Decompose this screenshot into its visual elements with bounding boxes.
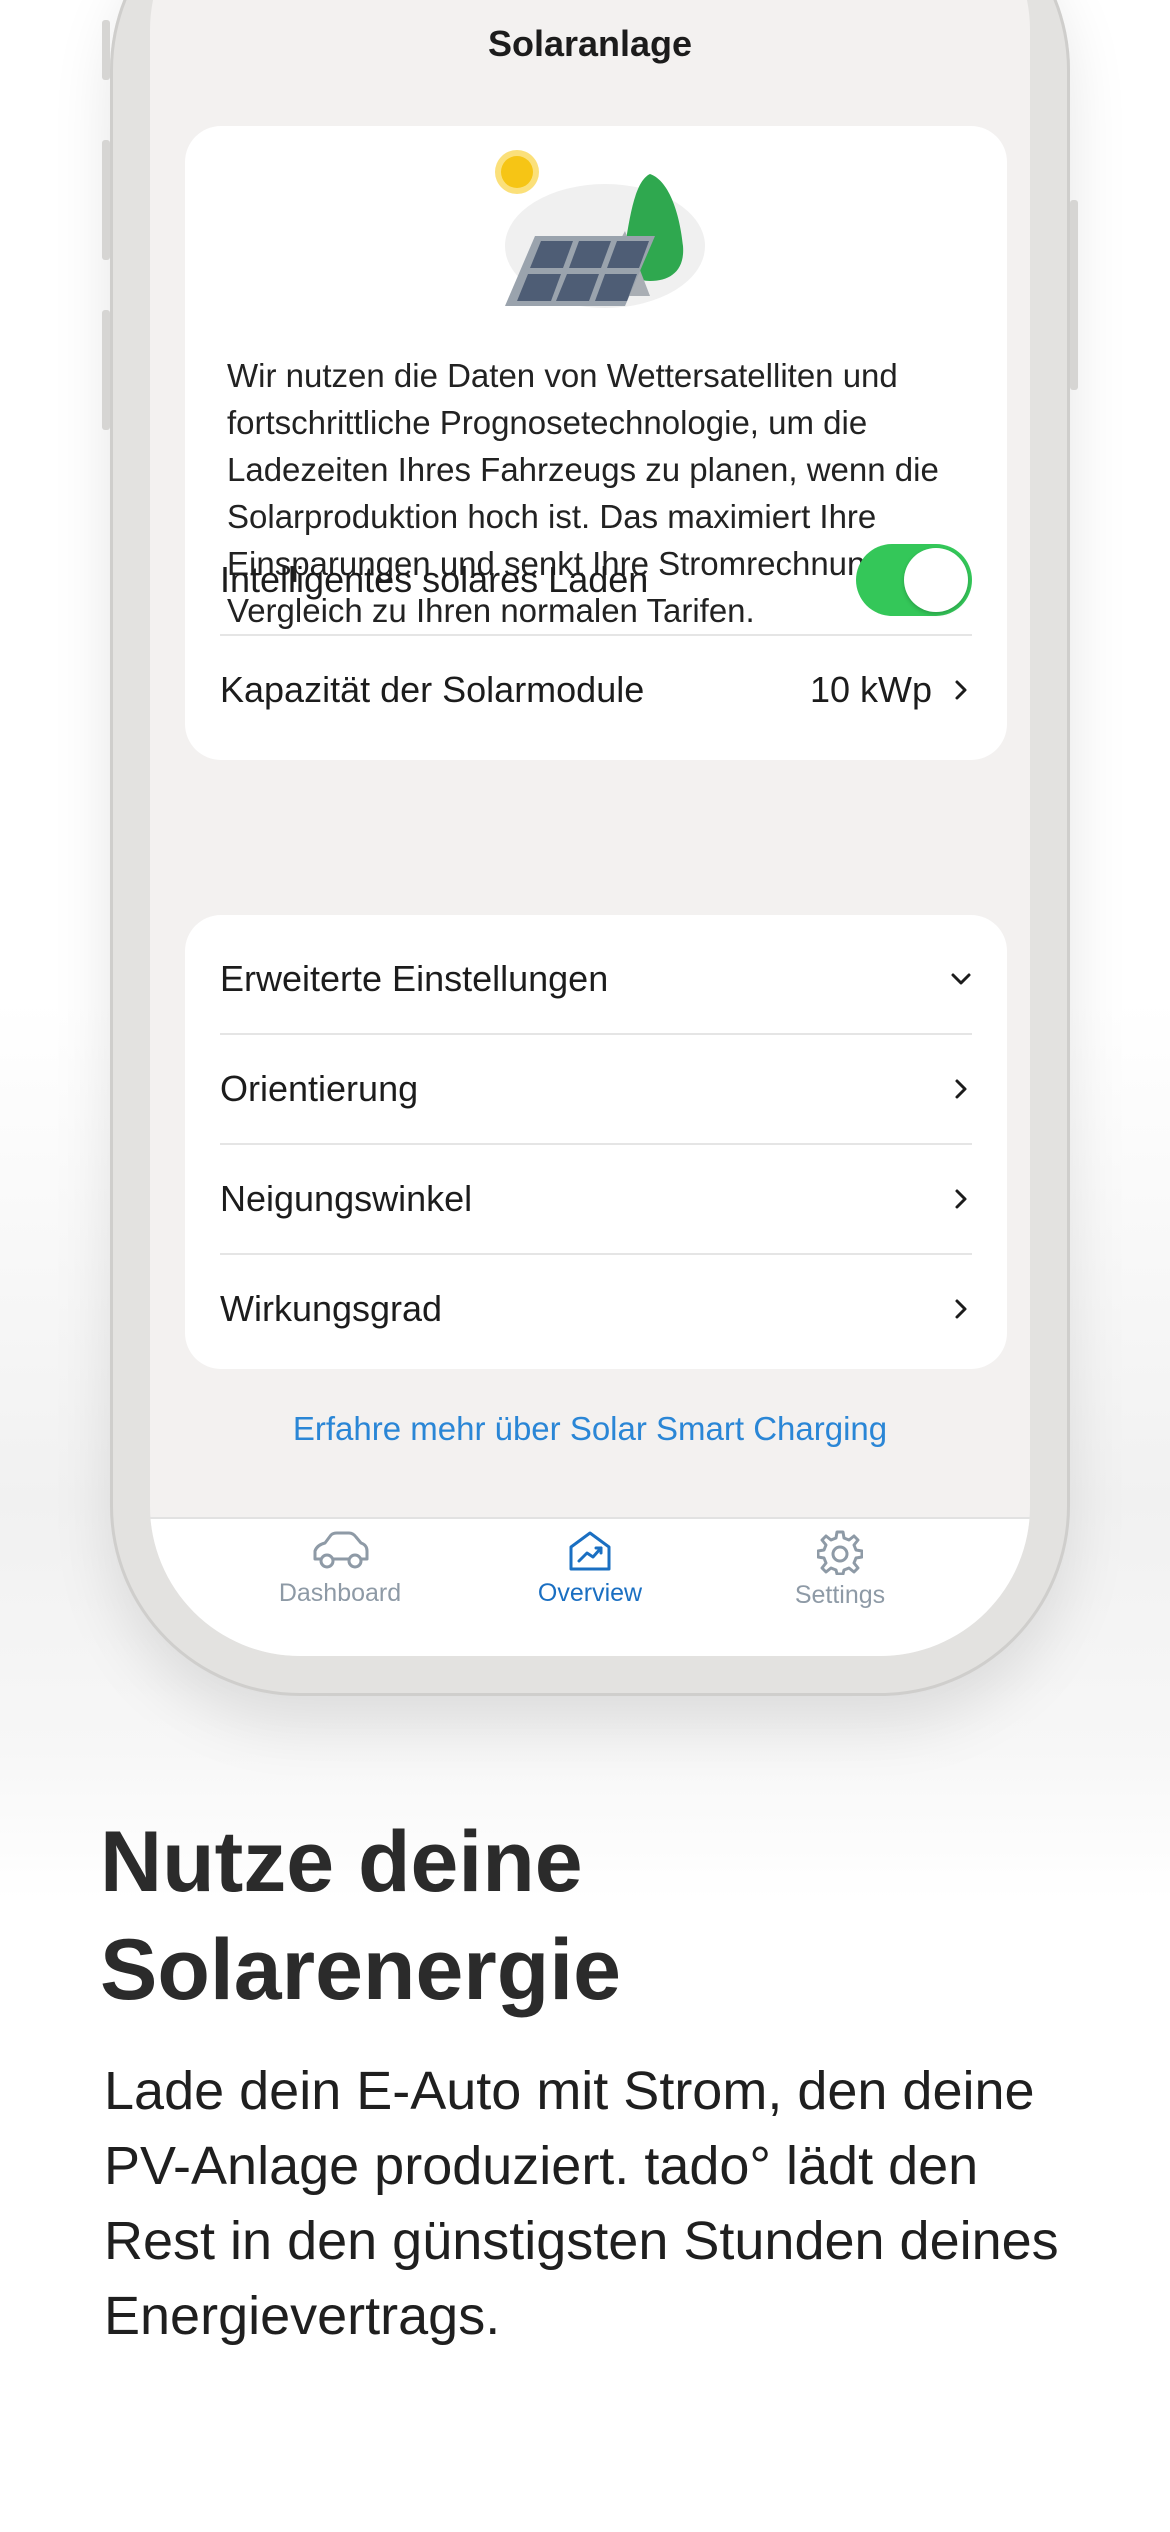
tab-overview-label: Overview	[537, 1579, 643, 1607]
chevron-right-icon	[955, 680, 967, 700]
toggle-knob	[904, 548, 968, 612]
advanced-settings-card: Erweiterte Einstellungen Orientierung Ne…	[185, 915, 1007, 1369]
capacity-value: 10 kWp	[809, 669, 932, 710]
tab-overview[interactable]: Overview	[490, 1529, 690, 1608]
phone-mockup: Solaranlage Wir nutzen die Daten von Wet…	[102, 0, 1078, 1696]
app-screen: Solaranlage Wir nutzen die Daten von Wet…	[150, 0, 1030, 1656]
phone-volume-down-button	[102, 310, 110, 430]
chevron-right-icon	[955, 1189, 967, 1209]
capacity-label: Kapazität der Solarmodule	[220, 669, 645, 710]
page-title: Solaranlage	[487, 23, 693, 64]
advanced-settings-header[interactable]: Erweiterte Einstellungen	[220, 925, 972, 1035]
tab-settings[interactable]: Settings	[740, 1529, 940, 1610]
chevron-right-icon	[955, 1299, 967, 1319]
headline-line-2: Solarenergie	[100, 1922, 621, 2018]
solar-info-card: Wir nutzen die Daten von Wettersatellite…	[185, 126, 1007, 760]
solar-panel-illustration	[495, 150, 705, 308]
phone-volume-up-button	[102, 140, 110, 260]
headline-line-1: Nutze deine	[100, 1814, 583, 1910]
chevron-down-icon	[951, 973, 971, 985]
orientation-row[interactable]: Orientierung	[220, 1035, 972, 1145]
car-icon	[313, 1531, 369, 1569]
marketing-headline: Nutze deine Solarenergie	[100, 1808, 1100, 2024]
smart-charging-row: Intelligentes solares Laden	[220, 526, 972, 636]
smart-charging-label: Intelligentes solares Laden	[220, 559, 649, 600]
chart-house-icon	[569, 1531, 611, 1571]
phone-side-button	[102, 20, 110, 80]
chevron-right-icon	[955, 1079, 967, 1099]
tab-bar: Dashboard Overview Settings	[150, 1517, 1030, 1656]
learn-more-link[interactable]: Erfahre mehr über Solar Smart Charging	[150, 1410, 1030, 1448]
orientation-label: Orientierung	[220, 1068, 419, 1109]
tab-dashboard-label: Dashboard	[278, 1579, 402, 1607]
efficiency-label: Wirkungsgrad	[220, 1288, 443, 1329]
tab-dashboard[interactable]: Dashboard	[240, 1529, 440, 1608]
advanced-settings-label: Erweiterte Einstellungen	[220, 958, 609, 999]
phone-power-button	[1070, 200, 1078, 390]
tab-settings-label: Settings	[794, 1581, 886, 1609]
tilt-angle-label: Neigungswinkel	[220, 1178, 473, 1219]
smart-charging-toggle[interactable]	[856, 544, 972, 616]
capacity-row[interactable]: Kapazität der Solarmodule 10 kWp	[220, 636, 972, 744]
marketing-subtext: Lade dein E-Auto mit Strom, den deine PV…	[104, 2061, 1059, 2346]
efficiency-row[interactable]: Wirkungsgrad	[220, 1255, 972, 1363]
tilt-angle-row[interactable]: Neigungswinkel	[220, 1145, 972, 1255]
gear-icon	[817, 1530, 863, 1575]
